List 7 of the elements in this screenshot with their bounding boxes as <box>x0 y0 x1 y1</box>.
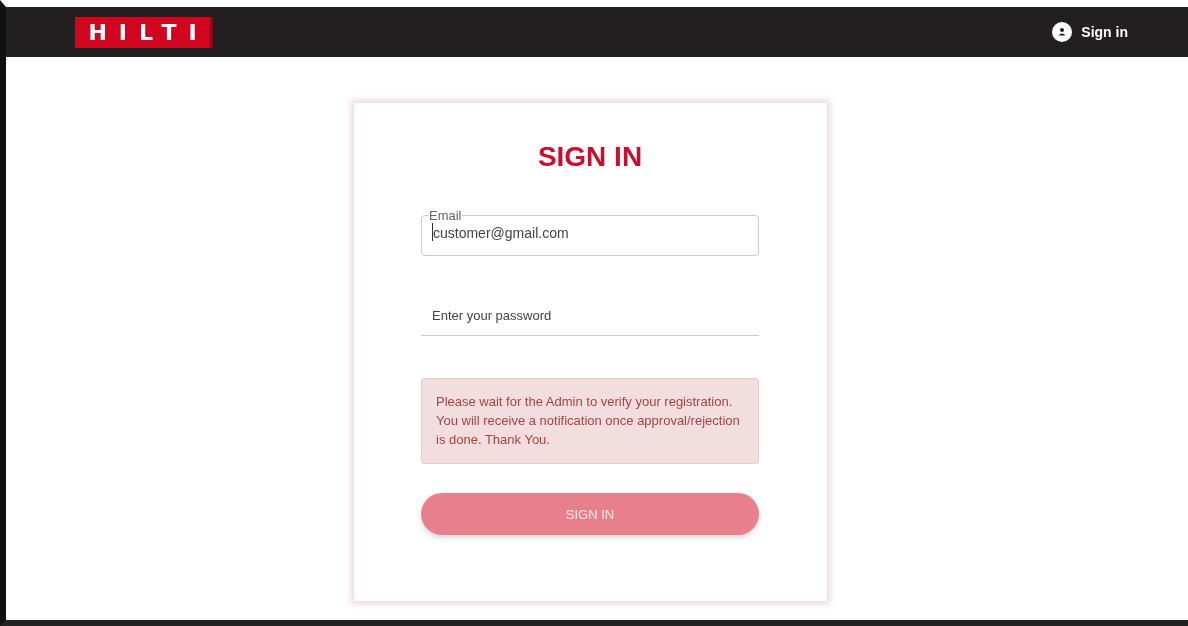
email-label: Email <box>429 208 462 223</box>
logo[interactable]: HILTI <box>75 16 213 48</box>
email-field[interactable]: Email customer@gmail.com <box>421 208 759 256</box>
alert-message: Please wait for the Admin to verify your registration. You will receive a notification once approval/rejection is done. Thank You. <box>421 378 759 464</box>
user-icon <box>1052 22 1073 42</box>
sign-in-link[interactable]: Sign in <box>1052 22 1128 42</box>
form-title: SIGN IN <box>537 141 643 173</box>
